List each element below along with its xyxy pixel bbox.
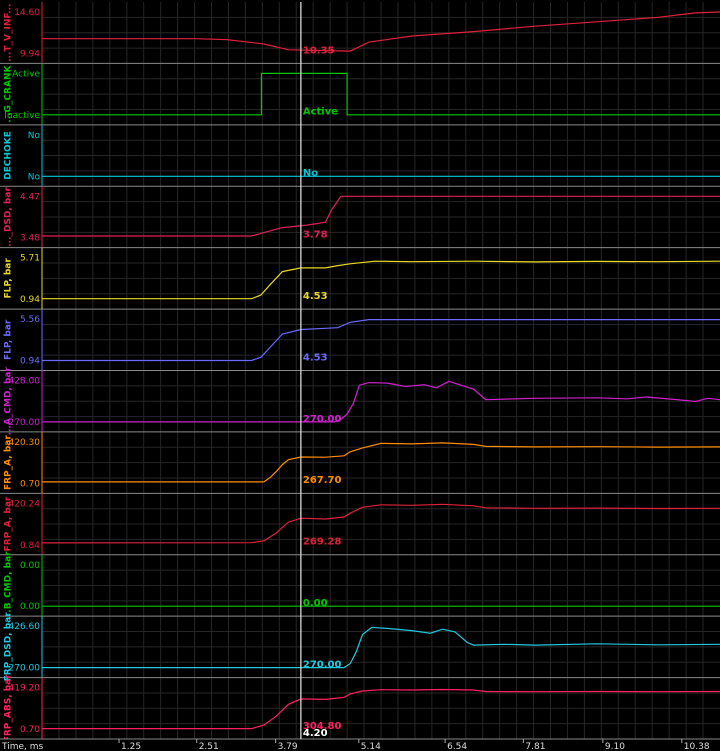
time-tick-label: 2.51 [199,742,219,751]
signal-name-label: ...B_CMD, bar [4,551,14,620]
y-tick-label-max: Active [12,69,40,79]
y-tick-label-min: 270.00 [9,664,41,674]
y-tick-label-min: 0.70 [20,725,40,735]
y-tick-label-max: 428.00 [9,377,41,387]
y-tick-label-min: 270.00 [9,418,41,428]
y-tick-label-min: 0.70 [20,479,40,489]
cursor-value-label: 269.28 [303,537,342,548]
y-tick-label-max: 426.60 [9,622,41,632]
cursor-value-label: 270.00 [303,414,342,425]
time-tick-label: 3.79 [278,742,298,751]
y-tick-label-min: 0.84 [20,541,40,551]
y-tick-label-min: 3.48 [20,234,40,244]
time-tick-label: 6.54 [447,742,467,751]
time-axis-title: Time, ms [1,742,44,751]
y-tick-label-max: 5.71 [20,254,40,264]
signal-name-label: FLP, bar [4,258,14,299]
cursor-value-label: 3.78 [303,230,328,241]
y-tick-label-min: 9.94 [20,49,40,59]
signal-name-label: FLP, bar [4,319,14,360]
cursor-value-label: 10.35 [303,45,335,56]
y-tick-label-max: 5.56 [20,315,40,325]
cursor-value-label: Active [303,107,338,118]
signal-name-label: ..._DSD, bar [4,187,14,247]
y-tick-label-max: No [28,131,41,141]
cursor-value-label: 4.53 [303,291,328,302]
cursor-value-label: 270.00 [303,659,342,670]
cursor-value-label: 0.00 [303,598,328,609]
signal-name-label: ...T_V_INF... [4,4,14,62]
cursor-value-label: No [303,168,318,179]
time-tick-label: 10.38 [684,742,710,751]
cursor-value-label: 4.53 [303,352,328,363]
y-tick-label-max: 4.47 [20,192,40,202]
y-tick-label-min: 0.94 [20,295,40,305]
y-tick-label-max: 0.00 [20,561,40,571]
y-tick-label-max: 420.24 [9,499,41,509]
time-tick-label: 9.10 [605,742,625,751]
time-tick-label: 1.25 [121,742,141,751]
time-tick-label: 7.81 [525,742,545,751]
cursor-time-label: 4.20 [303,728,328,739]
time-tick-label: 5.14 [361,742,381,751]
y-tick-label-max: 419.20 [9,684,41,694]
y-tick-label-min: 0.00 [20,602,40,612]
multi-signal-chart: ...T_V_INF... 14.609.94 10.35...G_CRANKAct… [0,0,720,751]
y-tick-label-min: No [28,172,41,182]
y-tick-label-max: 14.60 [14,8,40,18]
chart-background [0,0,720,751]
signal-name-label: DECHOKE [4,131,14,180]
cursor-value-label: 267.70 [303,475,342,486]
y-tick-label-min: 0.94 [20,357,40,367]
y-tick-label-min: Inactive [4,111,40,121]
y-tick-label-max: 420.30 [9,438,41,448]
